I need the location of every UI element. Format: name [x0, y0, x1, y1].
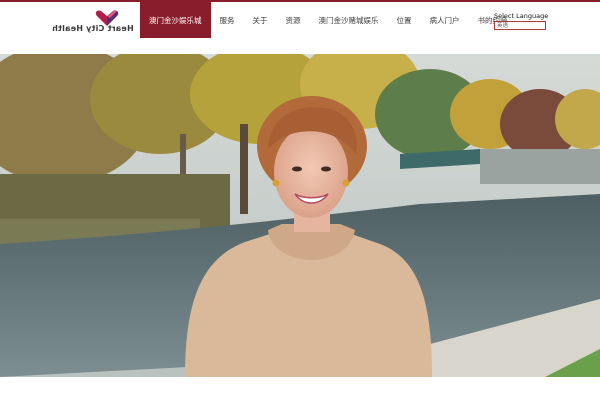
nav-item-home[interactable]: 澳门金沙娱乐城 — [140, 2, 211, 38]
main-nav: 澳门金沙娱乐城 服务 关于 资源 澳门金沙赌城娱乐 位置 病人门户 书的约会 — [140, 2, 517, 38]
nav-item-services[interactable]: 服务 — [211, 2, 244, 38]
hero-photo — [0, 54, 600, 377]
language-selector: Select Language 英语 — [494, 12, 554, 30]
brand-name: Heart City Health — [52, 24, 134, 33]
nav-item-locations[interactable]: 位置 — [388, 2, 421, 38]
language-label: Select Language — [494, 12, 549, 20]
nav-item-about[interactable]: 关于 — [244, 2, 277, 38]
page-bottom — [0, 377, 600, 400]
brand-logo[interactable]: Heart City Health — [52, 8, 142, 36]
nav-item-casino[interactable]: 澳门金沙赌城娱乐 — [310, 2, 388, 38]
hero-image — [0, 54, 600, 377]
language-select[interactable]: 英语 — [494, 21, 546, 30]
site-header: Heart City Health 澳门金沙娱乐城 服务 关于 资源 澳门金沙赌… — [0, 2, 600, 38]
nav-item-resources[interactable]: 资源 — [277, 2, 310, 38]
nav-item-patient-portal[interactable]: 病人门户 — [421, 2, 469, 38]
